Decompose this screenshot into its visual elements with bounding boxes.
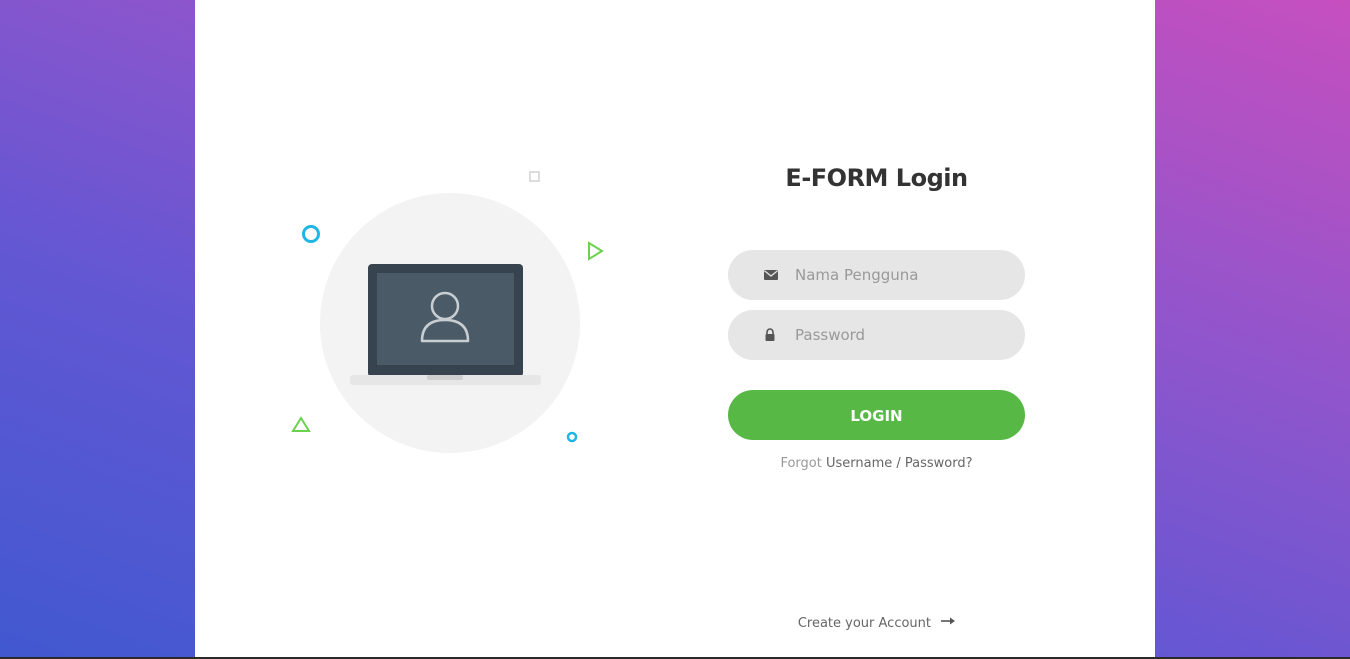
login-card: E-FORM Login LOGIN Forgot Username / Pas…	[195, 0, 1155, 657]
password-input[interactable]	[795, 310, 1010, 360]
password-field[interactable]	[728, 310, 1025, 360]
arrow-right-icon	[941, 615, 956, 630]
lock-icon	[763, 327, 779, 343]
create-account-link[interactable]: Create your Account	[728, 616, 1025, 631]
forgot-link[interactable]: Username / Password?	[826, 456, 973, 471]
create-account-label: Create your Account	[797, 616, 932, 631]
login-button[interactable]: LOGIN	[728, 390, 1025, 440]
forgot-credentials: Forgot Username / Password?	[728, 456, 1025, 471]
envelope-icon	[763, 267, 779, 283]
username-field[interactable]	[728, 250, 1025, 300]
forgot-prefix: Forgot	[780, 456, 822, 471]
login-title: E-FORM Login	[785, 164, 968, 192]
username-input[interactable]	[795, 250, 1010, 300]
